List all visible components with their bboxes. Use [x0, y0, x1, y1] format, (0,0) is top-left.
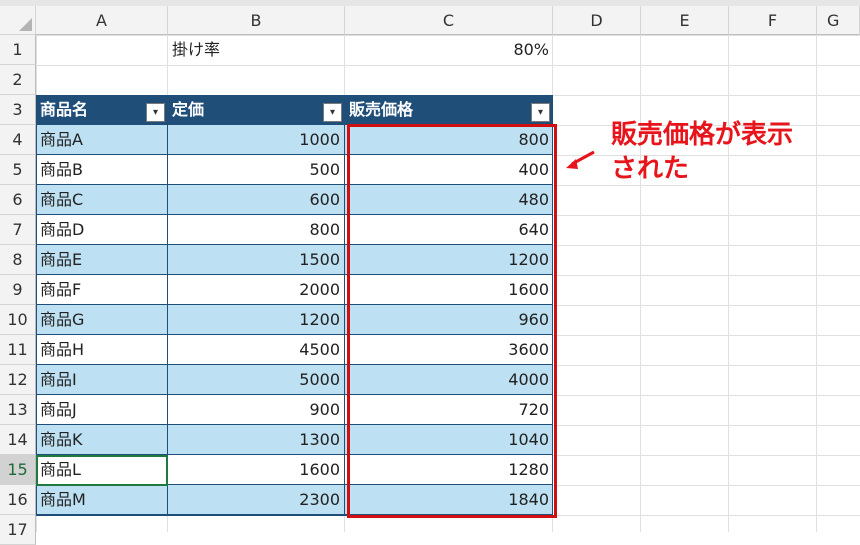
highlight-box	[347, 124, 557, 518]
annotation-line-1: 販売価格が表示	[611, 120, 794, 150]
column-header-d[interactable]: D	[553, 6, 641, 35]
row-header-2[interactable]: 2	[0, 65, 36, 95]
row-header-17[interactable]: 17	[0, 515, 36, 545]
row-header-3[interactable]: 3	[0, 95, 36, 125]
column-header-c[interactable]: C	[345, 6, 553, 35]
rate-label-cell[interactable]: 掛け率	[168, 35, 345, 65]
row-header-12[interactable]: 12	[0, 365, 36, 395]
select-all-button[interactable]	[0, 6, 36, 35]
column-header-a[interactable]: A	[36, 6, 168, 35]
row-header-1[interactable]: 1	[0, 35, 36, 65]
column-header-e[interactable]: E	[641, 6, 729, 35]
row-header-10[interactable]: 10	[0, 305, 36, 335]
row-header-6[interactable]: 6	[0, 185, 36, 215]
row-header-9[interactable]: 9	[0, 275, 36, 305]
row-header-15[interactable]: 15	[0, 455, 36, 485]
rate-value-cell[interactable]: 80%	[345, 35, 553, 65]
row-header-5[interactable]: 5	[0, 155, 36, 185]
gridline	[728, 35, 729, 532]
row-header-13[interactable]: 13	[0, 395, 36, 425]
row-header-16[interactable]: 16	[0, 485, 36, 515]
column-header-g[interactable]: G	[817, 6, 860, 35]
annotation-text: 販売価格が表示 された	[611, 118, 831, 186]
annotation-line-2: された	[611, 154, 690, 184]
row-header-8[interactable]: 8	[0, 245, 36, 275]
row-header-14[interactable]: 14	[0, 425, 36, 455]
row-header-4[interactable]: 4	[0, 125, 36, 155]
gridline	[816, 35, 817, 532]
select-all-triangle-icon	[19, 18, 32, 31]
column-header-f[interactable]: F	[729, 6, 817, 35]
gridline	[640, 35, 641, 532]
row-header-11[interactable]: 11	[0, 335, 36, 365]
column-header-b[interactable]: B	[168, 6, 345, 35]
row-header-7[interactable]: 7	[0, 215, 36, 245]
annotation-arrow-icon	[566, 150, 595, 169]
